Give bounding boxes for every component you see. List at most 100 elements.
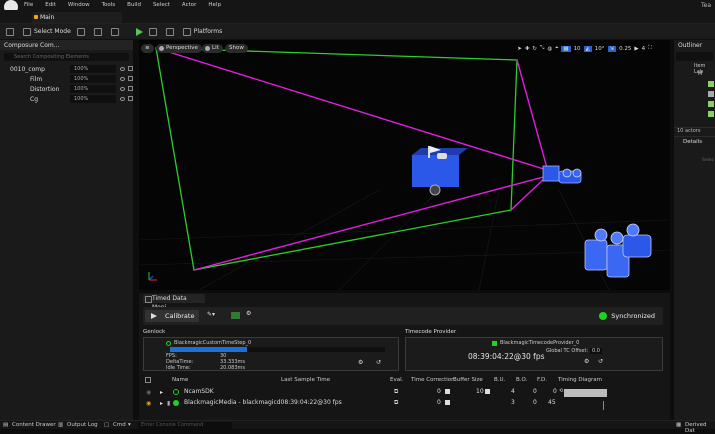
- timed-data-monitor-tab[interactable]: Timed Data Moni...: [143, 294, 205, 311]
- add-actor-button[interactable]: [76, 26, 88, 38]
- eye-icon[interactable]: [120, 87, 125, 91]
- table-row[interactable]: ◉ ▸ ▮ BlackmagicMedia - blackmagicd08:39…: [143, 399, 663, 410]
- lit-button[interactable]: Lit: [202, 44, 223, 53]
- grid-snap-value[interactable]: 10: [574, 46, 581, 52]
- col-timing-diagram[interactable]: Timing Diagram: [558, 377, 602, 383]
- grid-snap-icon[interactable]: ▦: [561, 45, 571, 52]
- outliner-column-label[interactable]: Item Lab: [674, 63, 715, 75]
- chevron-down-icon[interactable]: ▾: [128, 422, 131, 428]
- table-row[interactable]: ◉ ▸ NcamSDK ⧉ 0 10 4 0 0 ⟲: [143, 388, 663, 399]
- world-space-icon[interactable]: ◍: [547, 46, 552, 52]
- time-correction-value[interactable]: 0: [437, 388, 441, 395]
- camera-speed-icon[interactable]: ▶: [634, 46, 638, 52]
- col-last-sample-time[interactable]: Last Sample Time: [281, 377, 330, 383]
- surface-snap-icon[interactable]: ⌖: [555, 45, 558, 52]
- enable-checkbox[interactable]: [128, 66, 133, 71]
- eye-icon[interactable]: [120, 67, 125, 71]
- game-mode-actor-icon[interactable]: [412, 146, 468, 196]
- maximize-viewport-icon[interactable]: ⛶: [648, 45, 652, 52]
- comp-opacity-field[interactable]: 100%: [70, 65, 116, 73]
- actor-icon[interactable]: [708, 101, 714, 107]
- details-tab[interactable]: Details: [674, 136, 715, 146]
- col-fd[interactable]: F.D.: [537, 377, 547, 383]
- eye-icon[interactable]: ◉: [146, 400, 151, 407]
- camera-speed-value[interactable]: 4: [642, 46, 646, 52]
- scale-snap-icon[interactable]: ⇲: [607, 45, 617, 52]
- eval-icon[interactable]: ⧉: [394, 399, 398, 407]
- rotate-tool-icon[interactable]: ↻: [532, 46, 537, 52]
- enable-checkbox[interactable]: [128, 86, 133, 91]
- angle-snap-value[interactable]: 10°: [595, 46, 605, 52]
- select-mode-button[interactable]: Select Mode: [23, 26, 71, 38]
- comp-opacity-field[interactable]: 100%: [70, 85, 116, 93]
- outliner-search-input[interactable]: [676, 52, 713, 61]
- time-correction-checkbox[interactable]: [445, 389, 450, 394]
- comp-row-film[interactable]: Film 100%: [0, 74, 133, 84]
- menu-select[interactable]: Select: [153, 2, 170, 8]
- derived-data-button[interactable]: Derived Dat: [685, 422, 715, 434]
- menu-tools[interactable]: Tools: [102, 2, 116, 8]
- cmd-dropdown[interactable]: Cmd: [113, 422, 126, 428]
- time-correction-value[interactable]: 0: [437, 399, 441, 406]
- timecode-reset-icon[interactable]: ↺: [598, 358, 603, 365]
- cine-camera-actor-icon[interactable]: [542, 165, 582, 184]
- lock-icon[interactable]: ▮: [167, 400, 170, 407]
- level-viewport[interactable]: ≡ Perspective Lit Show ➤ ✚ ↻ ⤡ ◍ ⌖ ▦ 10 …: [139, 40, 670, 290]
- menu-help[interactable]: Help: [208, 2, 221, 8]
- expand-arrow-icon[interactable]: ▸: [160, 389, 163, 396]
- eye-icon[interactable]: [120, 77, 125, 81]
- menu-actor[interactable]: Actor: [182, 2, 196, 8]
- camera-rig-actor-icon[interactable]: [584, 223, 652, 278]
- enable-checkbox[interactable]: [128, 96, 133, 101]
- settings-gear-icon[interactable]: ⚙: [246, 310, 251, 317]
- perspective-button[interactable]: Perspective: [156, 44, 202, 53]
- angle-snap-icon[interactable]: ◭: [583, 45, 592, 52]
- cmd-icon[interactable]: ▢: [104, 422, 109, 428]
- menu-build[interactable]: Build: [127, 2, 141, 8]
- menu-file[interactable]: File: [24, 2, 33, 8]
- move-tool-icon[interactable]: ✚: [525, 46, 530, 52]
- col-name[interactable]: Name: [172, 377, 188, 383]
- output-log-icon[interactable]: ▥: [58, 422, 63, 428]
- edit-dropdown-icon[interactable]: ✎▾: [207, 311, 215, 318]
- comp-opacity-field[interactable]: 100%: [70, 95, 116, 103]
- step-button[interactable]: [148, 26, 160, 38]
- clapper-icon[interactable]: [231, 312, 240, 319]
- col-bu[interactable]: B.U.: [494, 377, 505, 383]
- content-drawer-button[interactable]: Content Drawer: [12, 422, 56, 428]
- select-tool-icon[interactable]: ➤: [517, 46, 522, 52]
- cinematics-button[interactable]: [110, 26, 122, 38]
- play-button[interactable]: [128, 26, 143, 38]
- output-log-button[interactable]: Output Log: [67, 422, 98, 428]
- col-eval[interactable]: Eval.: [390, 377, 403, 383]
- comp-row-cg[interactable]: Cg 100%: [0, 94, 133, 104]
- comp-row-0010[interactable]: 0010_comp 100%: [0, 64, 133, 74]
- comp-row-distortion[interactable]: Distortion 100%: [0, 84, 133, 94]
- stop-button[interactable]: [165, 26, 177, 38]
- select-all-checkbox[interactable]: [145, 377, 151, 383]
- menu-edit[interactable]: Edit: [45, 2, 56, 8]
- time-correction-checkbox[interactable]: [445, 400, 450, 405]
- col-time-correction[interactable]: Time Correction: [411, 377, 455, 383]
- level-tab-main[interactable]: Main: [32, 12, 122, 23]
- actor-icon[interactable]: [708, 81, 714, 87]
- timecode-settings-icon[interactable]: ⚙: [584, 358, 589, 365]
- comp-opacity-field[interactable]: 100%: [70, 75, 116, 83]
- derived-data-icon[interactable]: ▦: [676, 422, 681, 428]
- actor-icon[interactable]: [708, 91, 714, 97]
- tc-offset-input[interactable]: 0.0: [590, 348, 602, 354]
- viewport-options-button[interactable]: ≡: [141, 44, 154, 53]
- content-drawer-icon[interactable]: ▤: [3, 422, 8, 428]
- console-input[interactable]: Enter Console Command: [138, 422, 232, 429]
- genlock-settings-icon[interactable]: ⚙: [358, 359, 363, 366]
- actor-icon[interactable]: [708, 111, 714, 117]
- blueprint-button[interactable]: [93, 26, 105, 38]
- save-button[interactable]: [6, 26, 17, 38]
- col-buffer-size[interactable]: Buffer Size: [453, 377, 483, 383]
- eye-icon[interactable]: [120, 97, 125, 101]
- composure-search-input[interactable]: Search Compositing Elements: [4, 53, 129, 61]
- enable-checkbox[interactable]: [128, 76, 133, 81]
- fd-reset-icon[interactable]: ⟲: [559, 388, 563, 394]
- menu-window[interactable]: Window: [68, 2, 90, 8]
- scale-tool-icon[interactable]: ⤡: [540, 45, 544, 52]
